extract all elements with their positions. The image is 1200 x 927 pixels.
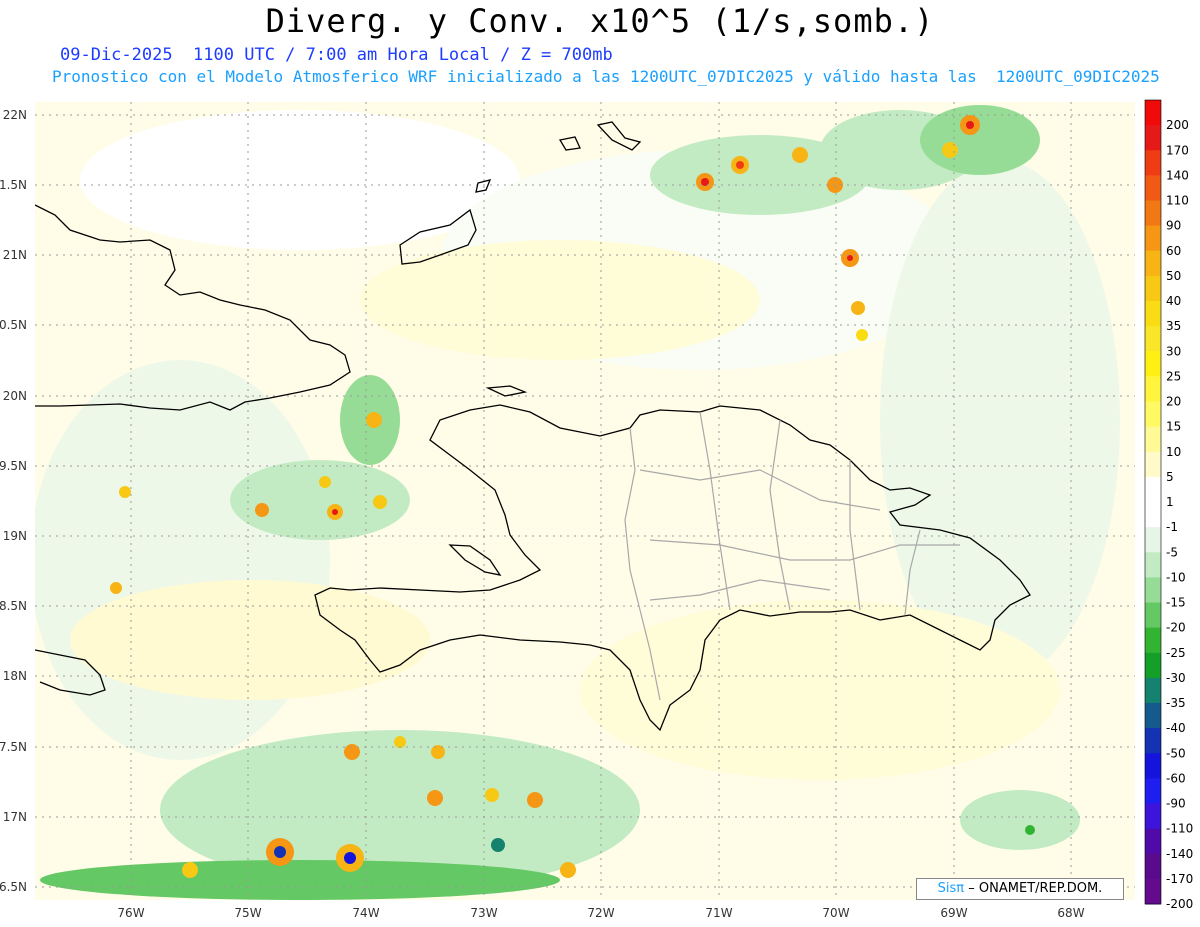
lat-label: 21N	[3, 248, 27, 262]
colorbar-label: -110	[1166, 822, 1193, 836]
colorbar-label: 50	[1166, 269, 1181, 283]
colorbar-label: -35	[1166, 696, 1186, 710]
colorbar-label: -5	[1166, 545, 1178, 559]
colorbar-swatch	[1145, 401, 1161, 428]
map-panel: 22N 1.5N 21N 0.5N 20N 9.5N 19N 8.5N 18N …	[0, 99, 1193, 920]
colorbar-label: -170	[1166, 872, 1193, 886]
lat-label: 8.5N	[0, 599, 27, 613]
colorbar-label: -15	[1166, 596, 1186, 610]
colorbar-swatch	[1145, 150, 1161, 176]
colorbar-swatch	[1145, 552, 1161, 578]
colorbar-label: 10	[1166, 445, 1181, 459]
colorbar-swatch	[1145, 577, 1161, 603]
lon-label: 74W	[352, 906, 379, 920]
lon-label: 71W	[705, 906, 732, 920]
colorbar-label: 30	[1166, 344, 1181, 358]
colorbar-label: -140	[1166, 847, 1193, 861]
colorbar-swatch	[1145, 778, 1161, 804]
colorbar-label: 110	[1166, 194, 1189, 208]
colorbar-swatch	[1145, 602, 1161, 629]
lon-label: 73W	[470, 906, 497, 920]
colorbar-swatch	[1145, 753, 1161, 779]
colorbar-label: 1	[1166, 495, 1174, 509]
lon-label: 68W	[1057, 906, 1084, 920]
colorbar-label: 140	[1166, 168, 1189, 182]
colorbar-label: 200	[1166, 118, 1189, 132]
colorbar-swatch	[1145, 677, 1161, 704]
colorbar-swatch	[1145, 200, 1161, 227]
colorbar-label: 60	[1166, 244, 1181, 258]
lat-label: 22N	[3, 108, 27, 122]
colorbar-label: -90	[1166, 797, 1186, 811]
colorbar-swatch	[1145, 652, 1161, 679]
lon-axis: 76W 75W 74W 73W 72W 71W 70W 69W 68W	[117, 906, 1084, 920]
colorbar-label: -50	[1166, 746, 1186, 760]
colorbar-swatch	[1145, 451, 1161, 478]
credit-box: Sisπ – ONAMET/REP.DOM.	[916, 878, 1124, 900]
colorbar-label: -25	[1166, 646, 1186, 660]
colorbar-swatch	[1145, 803, 1161, 830]
colorbar-swatch	[1145, 225, 1161, 252]
colorbar-swatch	[1145, 627, 1161, 654]
lat-axis: 22N 1.5N 21N 0.5N 20N 9.5N 19N 8.5N 18N …	[0, 108, 27, 894]
colorbar-swatch	[1145, 728, 1161, 754]
sispi-logo: Sisπ	[937, 881, 965, 896]
colorbar-label: -30	[1166, 671, 1186, 685]
colorbar-swatch	[1145, 250, 1161, 277]
lat-label: 6.5N	[0, 880, 27, 894]
lat-label: 20N	[3, 389, 27, 403]
lat-label: 1.5N	[0, 178, 27, 192]
colorbar-swatch	[1145, 703, 1161, 729]
lat-label: 18N	[3, 669, 27, 683]
colorbar-label: -10	[1166, 570, 1186, 584]
colorbar-label: 90	[1166, 219, 1181, 233]
colorbar-label: 35	[1166, 319, 1181, 333]
colorbar-swatch	[1145, 878, 1161, 905]
colorbar-swatch	[1145, 100, 1161, 126]
colorbar-label: 40	[1166, 294, 1181, 308]
colorbar-swatch	[1145, 476, 1161, 503]
colorbar-label: 5	[1166, 470, 1174, 484]
lon-label: 75W	[234, 906, 261, 920]
lon-label: 72W	[587, 906, 614, 920]
lon-label: 76W	[117, 906, 144, 920]
colorbar-swatch	[1145, 125, 1161, 151]
colorbar-label: 15	[1166, 420, 1181, 434]
colorbar-label: -1	[1166, 520, 1178, 534]
colorbar-swatch	[1145, 351, 1161, 377]
colorbar: 200 170 140 110 90 60 50 40 35 30 25 20 15 10 5 1 -1 -5 -1…	[1144, 99, 1193, 911]
colorbar-swatch	[1145, 376, 1161, 402]
colorbar-swatch	[1145, 175, 1161, 201]
lon-label: 70W	[822, 906, 849, 920]
colorbar-swatch	[1145, 853, 1161, 880]
colorbar-swatch	[1145, 275, 1161, 302]
colorbar-swatch	[1145, 527, 1161, 553]
colorbar-swatch	[1145, 502, 1161, 528]
credit-text: – ONAMET/REP.DOM.	[968, 881, 1103, 896]
colorbar-swatch	[1145, 301, 1161, 327]
colorbar-label: -40	[1166, 721, 1186, 735]
lat-label: 17N	[3, 810, 27, 824]
colorbar-swatch	[1145, 426, 1161, 453]
colorbar-label: -20	[1166, 621, 1186, 635]
colorbar-label: -200	[1166, 897, 1193, 911]
lat-label: 19N	[3, 529, 27, 543]
lat-label: 7.5N	[0, 740, 27, 754]
colorbar-label: 20	[1166, 395, 1181, 409]
colorbar-label: 25	[1166, 369, 1181, 383]
colorbar-swatch	[1145, 828, 1161, 855]
divergence-field	[35, 102, 1135, 900]
colorbar-label: 170	[1166, 143, 1189, 157]
colorbar-label: -60	[1166, 771, 1186, 785]
colorbar-swatch	[1145, 326, 1161, 352]
lat-label: 9.5N	[0, 459, 27, 473]
lat-label: 0.5N	[0, 318, 27, 332]
lon-label: 69W	[940, 906, 967, 920]
